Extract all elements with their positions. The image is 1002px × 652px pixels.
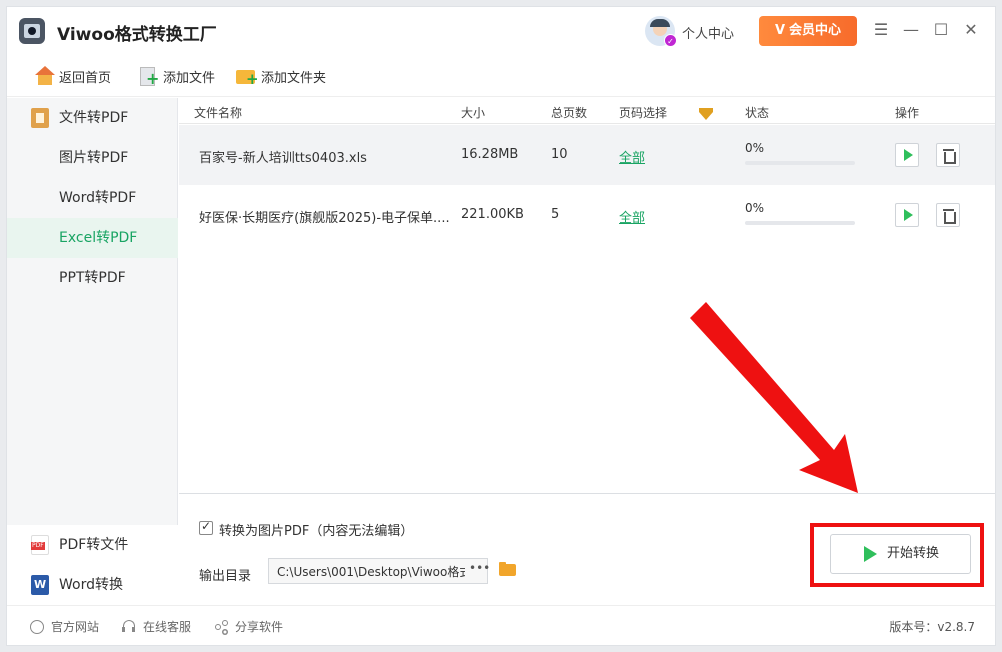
file-name: 好医保·长期医疗(旗舰版2025)-电子保单.... xyxy=(199,211,450,226)
open-folder-icon[interactable] xyxy=(499,562,517,577)
column-header-size: 大小 xyxy=(461,106,486,120)
document-icon xyxy=(31,108,49,128)
convert-row-button[interactable] xyxy=(895,203,919,227)
add-folder-button[interactable]: 添加文件夹 xyxy=(235,65,326,87)
sidebar: 文件转PDF 图片转PDF Word转PDF Excel转PDF PPT转PDF… xyxy=(7,98,178,605)
column-header-actions: 操作 xyxy=(895,106,920,120)
app-title: Viwoo格式转换工厂 xyxy=(57,25,217,45)
globe-icon xyxy=(29,619,45,635)
verified-badge-icon: ✓ xyxy=(664,34,677,47)
version-label: 版本号：v2.8.7 xyxy=(889,620,975,634)
sidebar-item-label: 文件转PDF xyxy=(59,110,129,126)
delete-row-button[interactable] xyxy=(936,203,960,227)
vip-badge-icon: V xyxy=(774,23,786,38)
status-text: 0% xyxy=(745,141,765,155)
word-icon xyxy=(31,575,49,595)
convert-row-button[interactable] xyxy=(895,143,919,167)
home-button[interactable]: 返回首页 xyxy=(33,65,111,87)
file-table: 文件名称 大小 总页数 页码选择 状态 操作 百家号-新人培训tts0403.x… xyxy=(179,98,995,493)
add-folder-icon xyxy=(235,66,259,87)
output-dir-label: 输出目录 xyxy=(199,569,252,584)
column-header-page-select: 页码选择 xyxy=(619,106,668,120)
play-icon xyxy=(864,546,877,562)
user-center-link[interactable]: 个人中心 xyxy=(682,23,734,42)
sidebar-item-excel-to-pdf[interactable]: Excel转PDF xyxy=(7,218,178,258)
options-panel: 转换为图片PDF（内容无法编辑） 输出目录 ••• 开始转换 xyxy=(179,493,995,605)
sidebar-item-image-to-pdf[interactable]: 图片转PDF xyxy=(7,138,178,178)
column-header-name: 文件名称 xyxy=(194,106,243,120)
file-size: 16.28MB xyxy=(461,147,519,162)
app-window: Viwoo格式转换工厂 ✓ 个人中心 V会员中心 ☰ — ☐ ✕ 返回首页 添加… xyxy=(6,6,996,646)
online-support-link[interactable]: 在线客服 xyxy=(121,618,191,635)
table-header: 文件名称 大小 总页数 页码选择 状态 操作 xyxy=(179,98,995,124)
output-dir-more-button[interactable]: ••• xyxy=(469,561,490,575)
status-text: 0% xyxy=(745,201,765,215)
diamond-icon xyxy=(699,108,713,120)
vip-center-label: 会员中心 xyxy=(789,23,842,38)
start-convert-button[interactable]: 开始转换 xyxy=(830,534,971,574)
add-file-label: 添加文件 xyxy=(163,70,216,86)
app-logo-icon xyxy=(19,18,45,44)
official-website-link[interactable]: 官方网站 xyxy=(29,618,99,635)
add-folder-label: 添加文件夹 xyxy=(261,70,327,86)
minimize-icon[interactable]: — xyxy=(900,19,922,41)
sidebar-item-word-to-pdf[interactable]: Word转PDF xyxy=(7,178,178,218)
maximize-icon[interactable]: ☐ xyxy=(930,19,952,41)
add-file-icon xyxy=(137,66,159,87)
start-convert-label: 开始转换 xyxy=(887,546,940,561)
progress-bar xyxy=(745,161,855,165)
sidebar-item-file-to-pdf[interactable]: 文件转PDF xyxy=(7,98,178,138)
sidebar-item-word-convert[interactable]: Word转换 xyxy=(7,565,178,605)
home-icon xyxy=(33,66,55,86)
sidebar-item-label: PDF转文件 xyxy=(59,537,129,553)
toolbar: 返回首页 添加文件 添加文件夹 xyxy=(7,55,995,97)
status-bar: 官方网站 在线客服 分享软件 版本号：v2.8.7 xyxy=(7,605,995,645)
table-row[interactable]: 百家号-新人培训tts0403.xls 16.28MB 10 全部 0% xyxy=(179,125,995,185)
column-header-pages: 总页数 xyxy=(551,106,588,120)
page-select-link[interactable]: 全部 xyxy=(619,147,645,166)
share-software-label: 分享软件 xyxy=(235,620,284,634)
output-dir-input[interactable] xyxy=(268,558,488,584)
file-name: 百家号-新人培训tts0403.xls xyxy=(199,151,367,166)
file-size: 221.00KB xyxy=(461,207,524,222)
menu-icon[interactable]: ☰ xyxy=(870,19,892,41)
sidebar-item-ppt-to-pdf[interactable]: PPT转PDF xyxy=(7,258,178,298)
image-pdf-checkbox-label[interactable]: 转换为图片PDF（内容无法编辑） xyxy=(219,520,413,539)
share-software-link[interactable]: 分享软件 xyxy=(213,618,283,635)
page-count: 5 xyxy=(551,207,560,222)
official-website-label: 官方网站 xyxy=(51,620,100,634)
title-bar: Viwoo格式转换工厂 ✓ 个人中心 V 会员中心 ☰ — ☐ ✕ xyxy=(7,7,995,55)
table-row[interactable]: 好医保·长期医疗(旗舰版2025)-电子保单.... 221.00KB 5 全部… xyxy=(179,185,995,245)
sidebar-item-label: Word转换 xyxy=(59,577,123,593)
column-header-status: 状态 xyxy=(745,106,770,120)
progress-bar xyxy=(745,221,855,225)
page-count: 10 xyxy=(551,147,568,162)
sidebar-item-pdf-to-file[interactable]: PDF转文件 xyxy=(7,525,178,565)
headset-icon xyxy=(121,619,137,635)
pdf-icon xyxy=(31,535,49,555)
vip-center-button[interactable]: V 会员中心 xyxy=(759,16,857,46)
image-pdf-checkbox[interactable] xyxy=(199,519,213,535)
close-icon[interactable]: ✕ xyxy=(960,19,982,41)
share-icon xyxy=(213,619,229,635)
home-label: 返回首页 xyxy=(59,70,112,86)
add-file-button[interactable]: 添加文件 xyxy=(137,65,215,87)
delete-row-button[interactable] xyxy=(936,143,960,167)
page-select-link[interactable]: 全部 xyxy=(619,207,645,226)
online-support-label: 在线客服 xyxy=(143,620,192,634)
